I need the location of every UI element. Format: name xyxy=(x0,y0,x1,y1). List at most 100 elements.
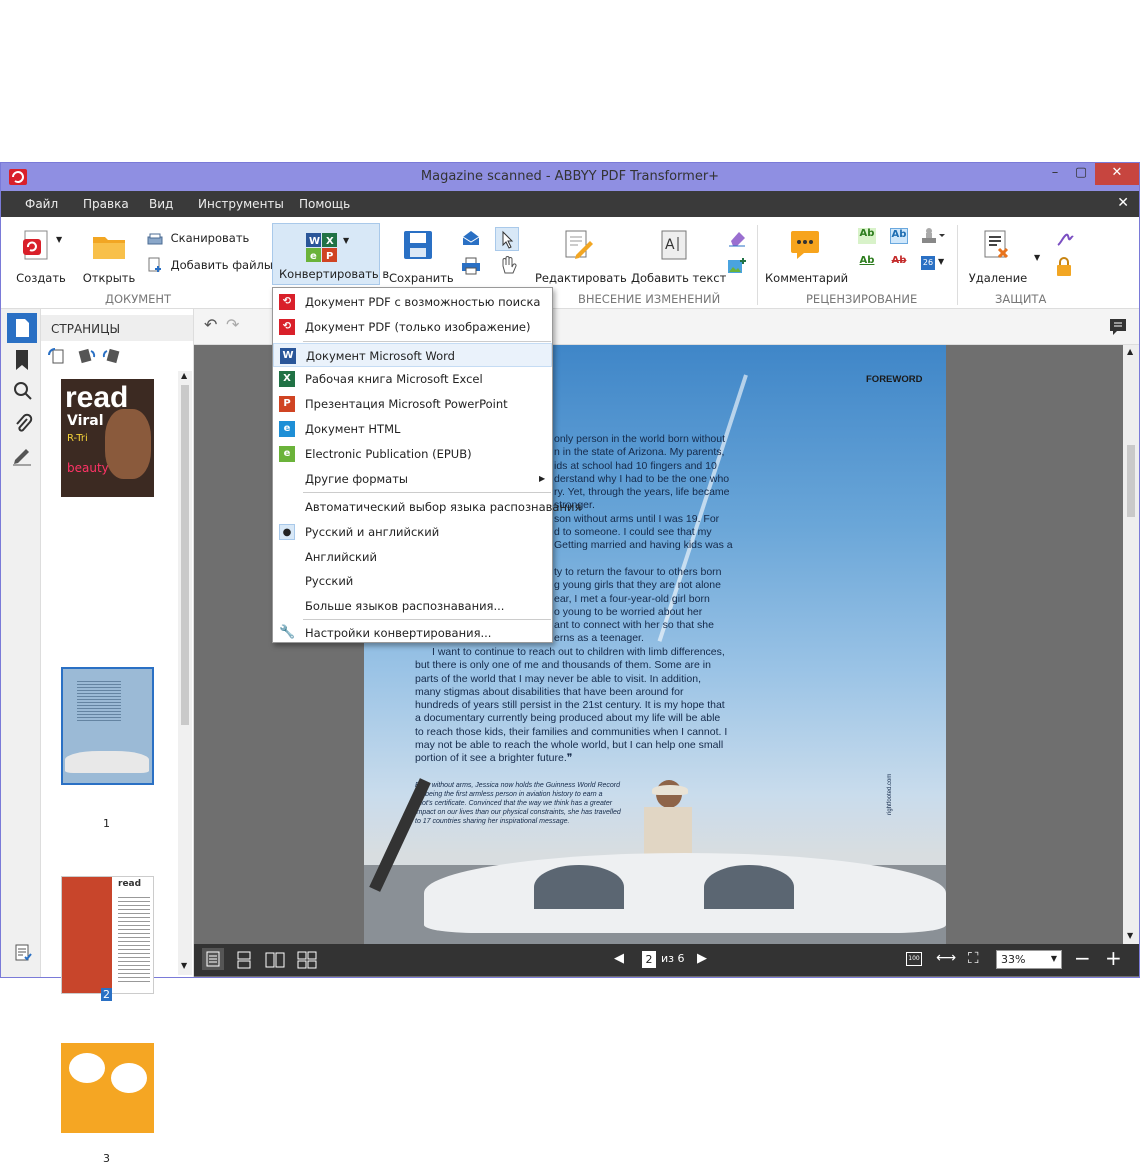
previous-page-icon[interactable]: ◀ xyxy=(614,951,624,966)
menu-file[interactable]: Файл xyxy=(25,197,58,211)
conversion-settings-item[interactable]: 🔧 Настройки конвертирования... xyxy=(273,621,552,645)
continuous-view-icon[interactable] xyxy=(234,950,254,970)
hand-tool-icon[interactable] xyxy=(498,255,518,277)
convert-format-item[interactable]: W Документ Microsoft Word xyxy=(273,342,552,367)
text-line: Getting married and having kids was a xyxy=(554,539,733,552)
menu-bar: Файл Правка Вид Инструменты Помощь ✕ xyxy=(1,191,1139,217)
lock-icon[interactable] xyxy=(1055,257,1073,277)
chevron-down-icon: ▼ xyxy=(56,235,63,244)
add-files-button[interactable]: Добавить файлы xyxy=(147,257,273,273)
select-tool-button[interactable] xyxy=(495,227,519,251)
convert-format-label: Electronic Publication (EPUB) xyxy=(305,446,472,461)
page3-title: read xyxy=(118,879,142,889)
window-close-button[interactable]: ✕ xyxy=(1095,163,1139,185)
highlight-text-icon[interactable]: Ab xyxy=(858,228,876,244)
signatures-panel-icon[interactable] xyxy=(11,445,33,467)
print-icon[interactable] xyxy=(461,257,481,275)
menu-help[interactable]: Помощь xyxy=(299,197,350,211)
close-document-icon[interactable]: ✕ xyxy=(1117,195,1129,211)
save-button[interactable]: Сохранить xyxy=(389,225,454,287)
bookmark-icon[interactable] xyxy=(13,349,31,371)
undo-icon[interactable]: ↶ xyxy=(204,315,217,334)
chevron-down-icon[interactable]: ▼ xyxy=(1034,253,1040,262)
add-text-button[interactable]: A Добавить текст xyxy=(631,225,727,287)
convert-format-item[interactable]: P Презентация Microsoft PowerPoint xyxy=(273,392,552,416)
pages-panel-header: СТРАНИЦЫ xyxy=(41,315,193,341)
delete-button[interactable]: Удаление xyxy=(967,225,1029,287)
convert-format-item[interactable]: X Рабочая книга Microsoft Excel xyxy=(273,367,552,391)
two-page-continuous-icon[interactable] xyxy=(296,950,318,970)
zoom-out-icon[interactable]: − xyxy=(1074,946,1091,970)
rotate-page-icon[interactable] xyxy=(47,347,67,365)
document-scrollbar[interactable]: ▲ ▼ xyxy=(1123,345,1139,945)
strikethrough-text-icon[interactable]: Ab xyxy=(890,255,908,271)
current-page-input[interactable]: 2 xyxy=(642,951,656,968)
two-page-view-icon[interactable] xyxy=(264,950,286,970)
scroll-down-icon[interactable]: ▼ xyxy=(1127,931,1133,940)
attachment-icon[interactable] xyxy=(13,413,33,435)
fit-width-icon[interactable]: ⟷ xyxy=(936,950,956,966)
page-thumbnail-3[interactable]: read xyxy=(61,876,154,994)
recognition-language-item[interactable]: ● Русский и английский xyxy=(273,520,552,544)
page-thumbnail-1[interactable]: read Viral R-Tri beauty xyxy=(61,379,154,497)
thumbnails-scrollbar[interactable]: ▲ ▼ xyxy=(178,371,192,975)
replace-text-icon[interactable]: Ab xyxy=(890,228,908,244)
convert-format-item[interactable]: ⟲ Документ PDF (только изображение) xyxy=(273,315,552,339)
convert-to-button[interactable]: W X e P ▼ Конвертировать в xyxy=(272,223,389,285)
redo-icon[interactable]: ↷ xyxy=(226,315,239,334)
scan-button[interactable]: Сканировать xyxy=(147,231,249,246)
next-page-icon[interactable]: ▶ xyxy=(697,951,707,966)
page-thumbnail-2[interactable] xyxy=(61,667,154,785)
delete-content-icon xyxy=(984,230,1009,259)
comment-button[interactable]: Комментарий xyxy=(765,225,848,287)
scroll-up-icon[interactable]: ▲ xyxy=(181,371,187,380)
convert-format-item[interactable]: e Документ HTML xyxy=(273,417,552,441)
stamp-icon[interactable] xyxy=(919,227,945,245)
pages-panel-button[interactable] xyxy=(7,313,37,343)
open-button[interactable]: Открыть xyxy=(81,225,137,287)
add-text-label: Добавить текст xyxy=(631,271,727,285)
recognition-language-item[interactable]: Английский xyxy=(273,545,552,569)
quote-mark: ❞ xyxy=(566,752,573,765)
comments-panel-icon[interactable] xyxy=(1108,317,1130,337)
date-stamp-icon[interactable]: 26 ▼ xyxy=(919,255,945,273)
convert-format-item[interactable]: ⟲ Документ PDF с возможностью поиска xyxy=(273,290,552,314)
convert-format-item[interactable]: Другие форматы ▶ xyxy=(273,467,552,491)
menu-tools[interactable]: Инструменты xyxy=(198,197,284,211)
edit-button[interactable]: Редактировать xyxy=(535,225,627,287)
recognition-language-item[interactable]: Автоматический выбор языка распознавания xyxy=(273,495,581,519)
menu-edit[interactable]: Правка xyxy=(83,197,129,211)
underline-text-icon[interactable]: Ab xyxy=(858,255,876,271)
create-button[interactable]: ▼ Создать xyxy=(13,225,69,287)
send-mail-icon[interactable] xyxy=(461,229,481,247)
recognition-language-item[interactable]: Русский xyxy=(273,569,552,593)
search-icon[interactable] xyxy=(13,381,33,401)
save-disk-icon xyxy=(404,231,432,259)
rotate-left-icon[interactable] xyxy=(77,347,97,365)
text-line: ry. Yet, through the years, life became xyxy=(554,486,730,499)
scroll-down-icon[interactable]: ▼ xyxy=(181,961,187,970)
rotate-right-icon[interactable] xyxy=(101,347,121,365)
zoom-in-icon[interactable]: + xyxy=(1105,946,1122,970)
zoom-select[interactable]: 33% ▼ xyxy=(996,950,1062,969)
recognition-language-label: Русский xyxy=(305,574,354,589)
cover-line: R-Tri xyxy=(67,433,88,444)
recognition-language-item[interactable]: Больше языков распознавания... xyxy=(273,594,552,618)
group-document-label: ДОКУМЕНТ xyxy=(105,292,172,306)
text-line: hundreds of years still persist in the 2… xyxy=(415,699,725,712)
scrollbar-thumb[interactable] xyxy=(1127,445,1135,517)
maximize-button[interactable]: ▢ xyxy=(1067,163,1095,185)
menu-view[interactable]: Вид xyxy=(149,197,173,211)
single-page-view-button[interactable] xyxy=(202,948,224,970)
scrollbar-thumb[interactable] xyxy=(181,385,189,725)
add-image-icon[interactable] xyxy=(727,257,747,275)
fit-page-icon[interactable]: ⛶ xyxy=(968,949,979,967)
document-check-icon[interactable] xyxy=(13,943,33,963)
page-thumbnail-4[interactable] xyxy=(61,1043,154,1133)
actual-size-icon[interactable]: 100 xyxy=(906,952,922,966)
convert-format-item[interactable]: e Electronic Publication (EPUB) xyxy=(273,442,552,466)
signature-icon[interactable] xyxy=(1055,229,1075,249)
minimize-button[interactable]: – xyxy=(1041,163,1069,185)
eraser-icon[interactable] xyxy=(727,229,747,247)
scroll-up-icon[interactable]: ▲ xyxy=(1127,347,1133,356)
